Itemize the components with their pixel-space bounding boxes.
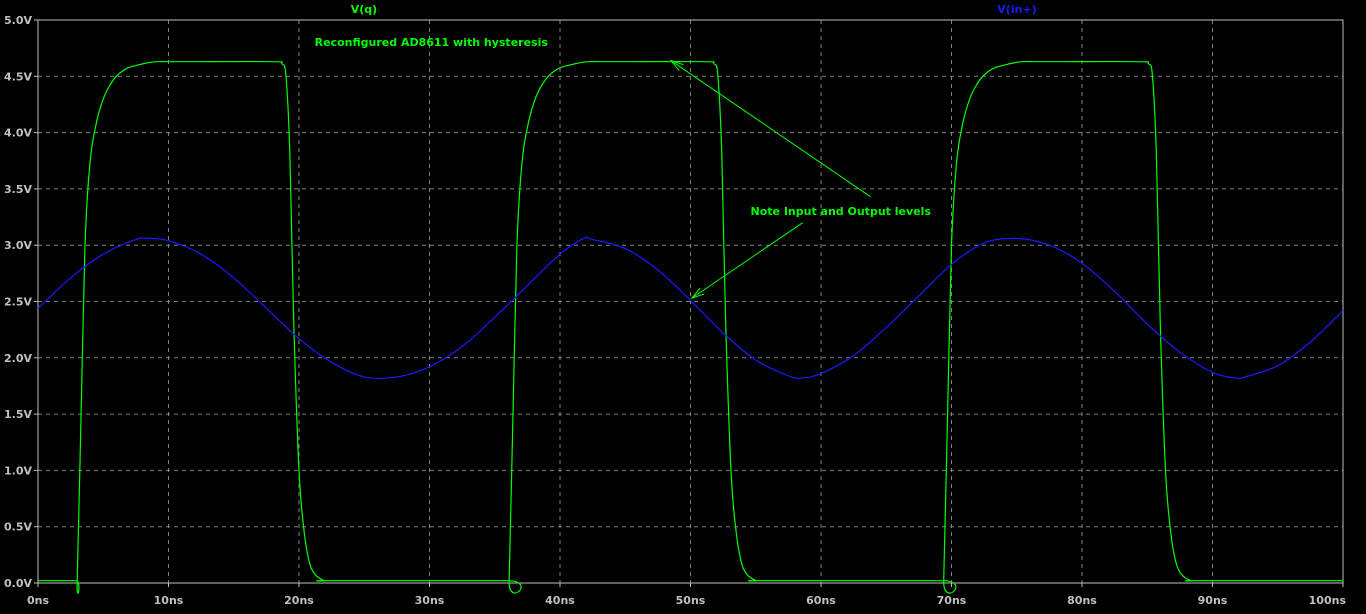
x-tick-label: 30ns	[415, 594, 445, 607]
y-tick-label: 2.5V	[4, 296, 32, 309]
x-tick-label: 40ns	[545, 594, 575, 607]
x-tick-label: 70ns	[937, 594, 967, 607]
y-tick-label: 1.5V	[4, 408, 32, 421]
y-tick-label: 0.0V	[4, 577, 32, 590]
x-tick-label: 10ns	[154, 594, 184, 607]
y-tick-label: 2.0V	[4, 352, 32, 365]
y-tick-label: 4.5V	[4, 70, 32, 83]
x-tick-label: 100ns	[1309, 594, 1347, 607]
legend-v-in-plus[interactable]: V(in+)	[997, 3, 1036, 16]
x-tick-label: 20ns	[284, 594, 314, 607]
y-tick-label: 4.0V	[4, 127, 32, 140]
x-tick-label: 0ns	[27, 594, 49, 607]
legend-v-q[interactable]: V(q)	[351, 3, 377, 16]
plot-background	[0, 0, 1366, 614]
y-tick-label: 0.5V	[4, 521, 32, 534]
y-tick-label: 3.0V	[4, 239, 32, 252]
x-tick-label: 90ns	[1198, 594, 1228, 607]
waveform-plot[interactable]: 0.0V 0.5V 1.0V 1.5V 2.0V 2.5V 3.0V 3.5V 4.0V 4.5V…	[0, 0, 1366, 614]
annotation-label-1: Note Input and Output levels	[751, 205, 932, 218]
annotation-label-0: Reconfigured AD8611 with hysteresis	[315, 36, 549, 49]
x-tick-label: 50ns	[676, 594, 706, 607]
y-tick-label: 3.5V	[4, 183, 32, 196]
y-tick-label: 1.0V	[4, 464, 32, 477]
y-tick-label: 5.0V	[4, 14, 32, 27]
x-tick-label: 80ns	[1067, 594, 1097, 607]
x-tick-label: 60ns	[806, 594, 836, 607]
